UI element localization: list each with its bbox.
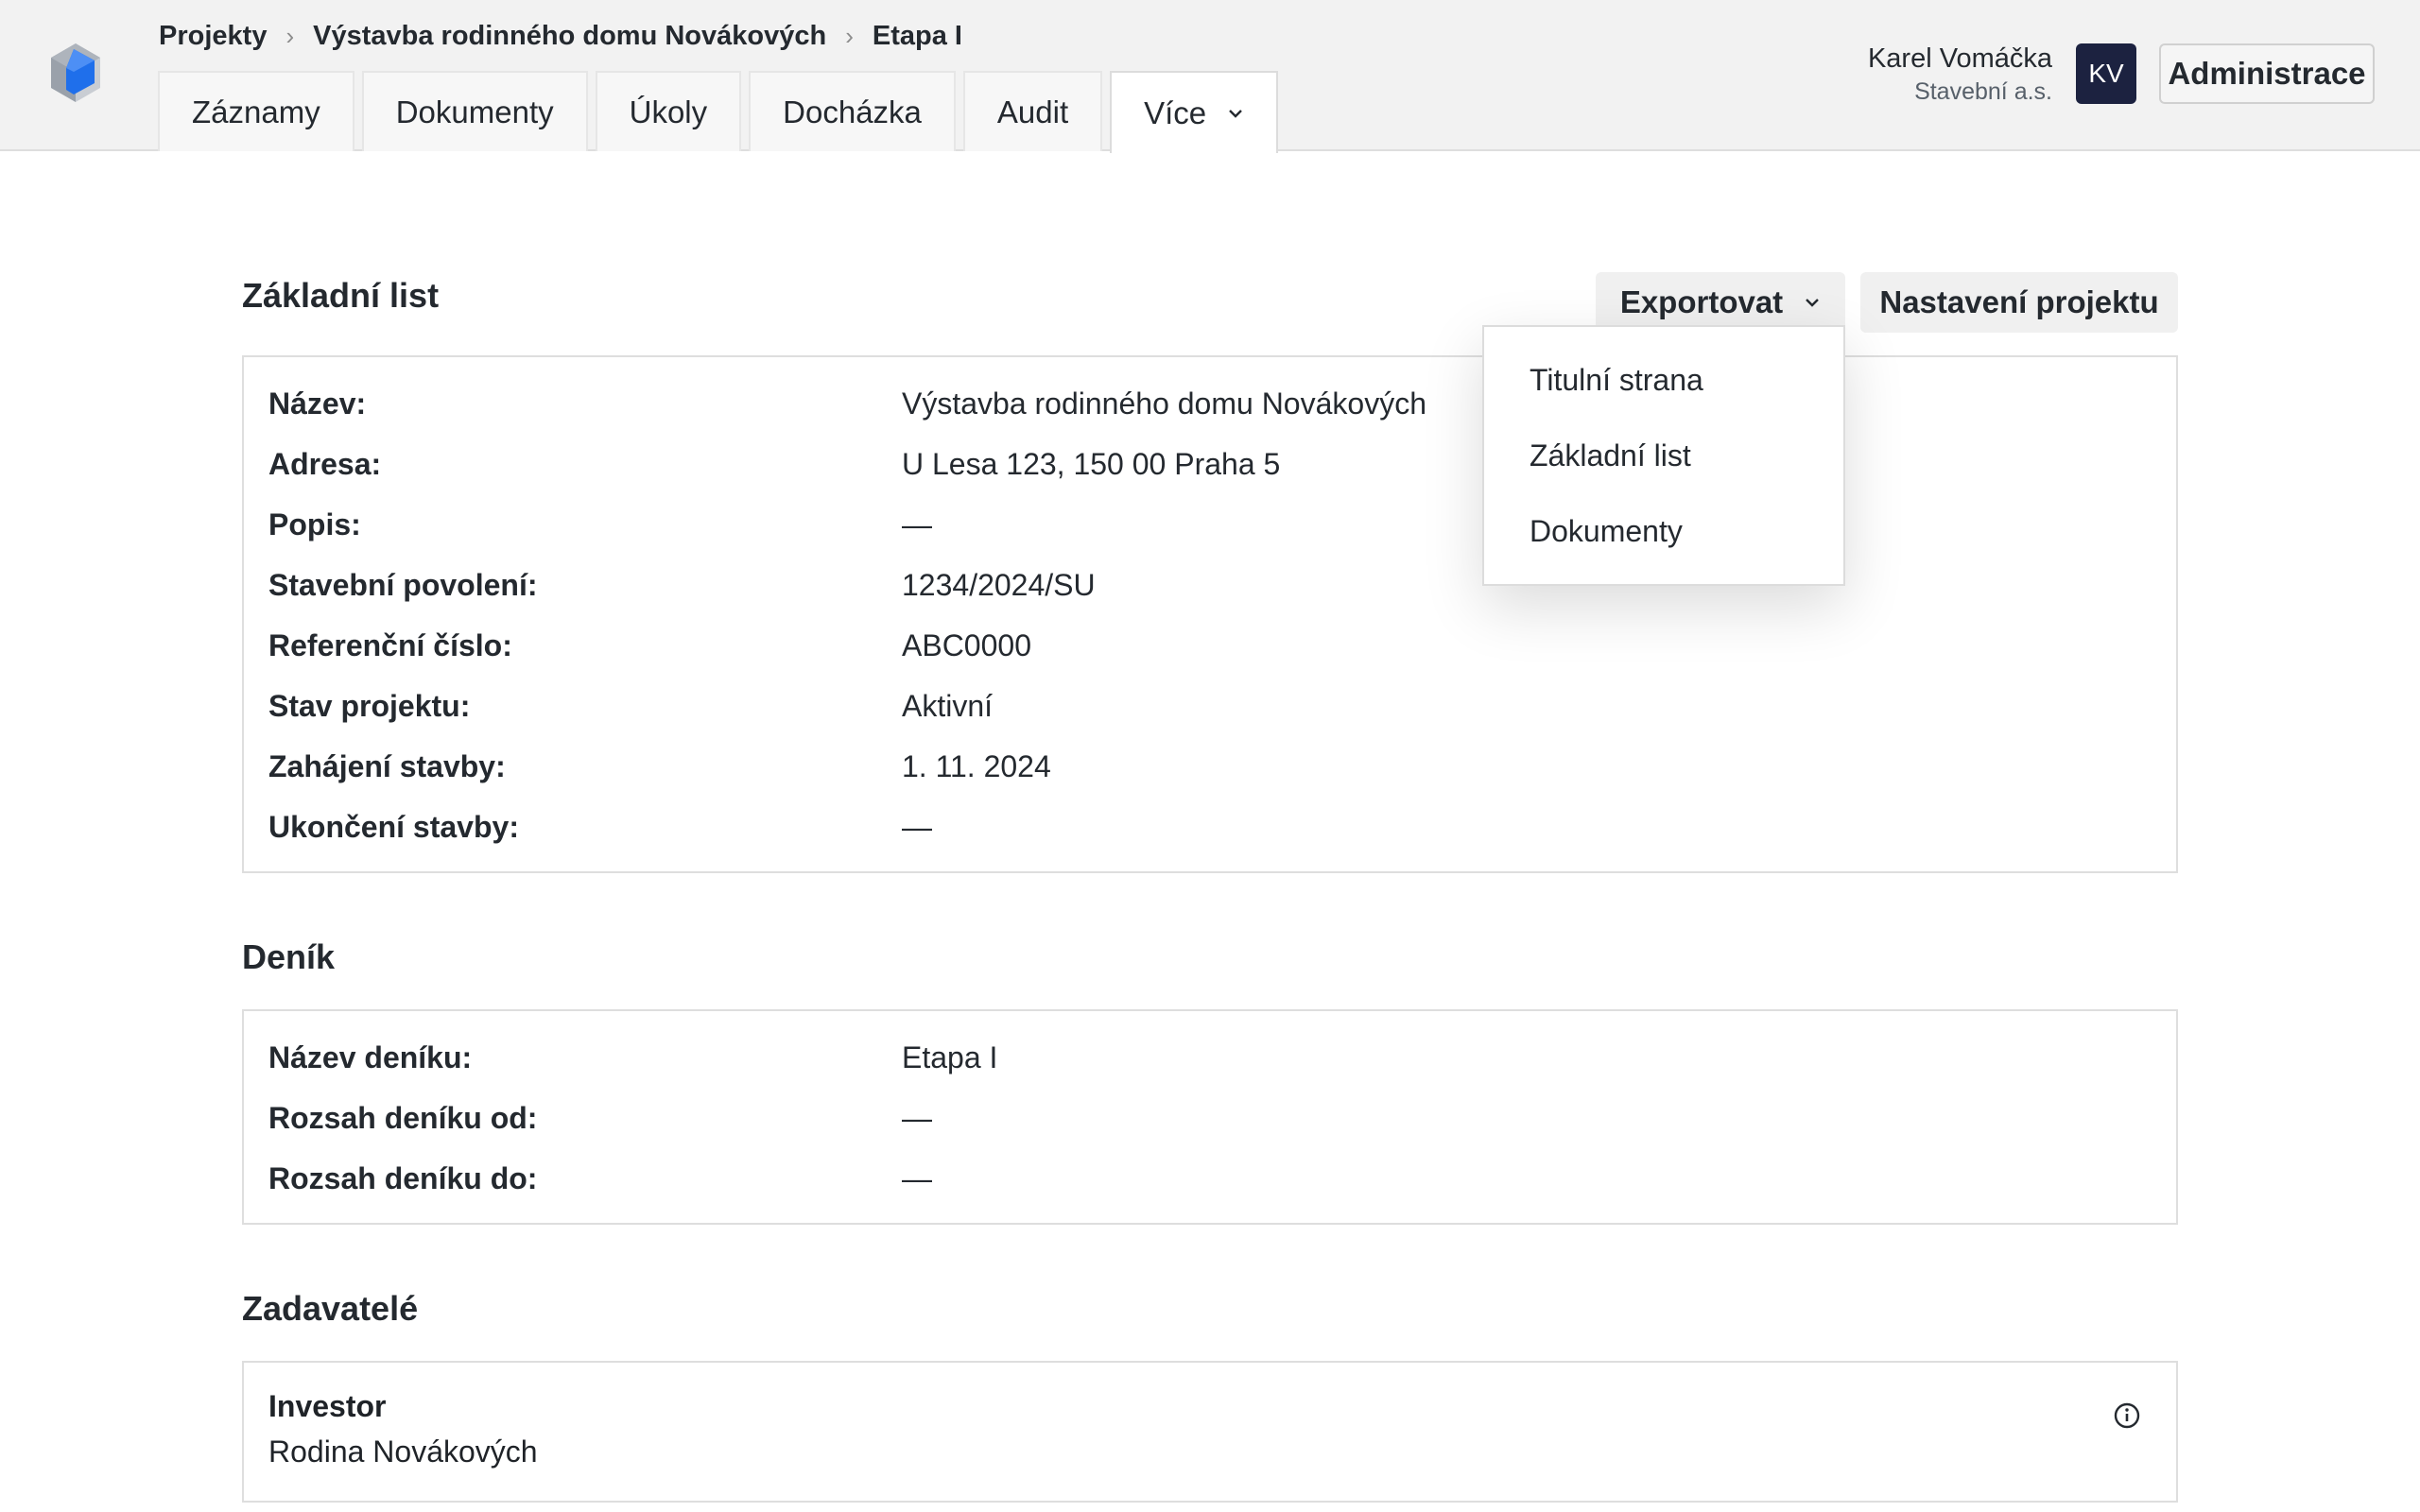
field-label: Popis:: [268, 507, 361, 541]
client-name: Rodina Novákových: [268, 1435, 538, 1469]
field-label: Rozsah deníku od:: [268, 1100, 538, 1135]
field-value: —: [902, 1100, 932, 1135]
project-settings-button[interactable]: Nastavení projektu: [1860, 272, 2178, 333]
breadcrumb: Projekty › Výstavba rodinného domu Novák…: [159, 17, 962, 55]
breadcrumb-project[interactable]: Výstavba rodinného domu Novákových: [313, 21, 826, 52]
field-label: Název:: [268, 386, 367, 421]
field-value: Etapa I: [902, 1040, 998, 1074]
menu-item-title-page[interactable]: Titulní strana: [1484, 342, 1843, 418]
tab-label: Docházka: [783, 94, 922, 129]
field-label: Stavební povolení:: [268, 567, 538, 602]
chevron-right-icon: ›: [285, 21, 295, 50]
tab-dochazka[interactable]: Docházka: [749, 71, 956, 151]
tab-label: Dokumenty: [395, 94, 554, 129]
app-logo-icon[interactable]: [45, 42, 106, 106]
field-label: Referenční číslo:: [268, 627, 512, 662]
field-value: 1. 11. 2024: [902, 748, 1051, 783]
breadcrumb-diary[interactable]: Etapa I: [873, 21, 962, 52]
breadcrumb-projects[interactable]: Projekty: [159, 21, 267, 52]
field-label: Rozsah deníku do:: [268, 1160, 538, 1195]
field-value: Výstavba rodinného domu Novákových: [902, 386, 1426, 421]
tab-label: Audit: [996, 94, 1069, 129]
chevron-down-icon: [1806, 299, 1820, 307]
user-company: Stavební a.s.: [1914, 78, 2052, 105]
main-tabs: Záznamy Dokumenty Úkoly Docházka Audit V…: [158, 71, 1286, 153]
chevron-down-icon: [1229, 109, 1243, 118]
field-label: Ukončení stavby:: [268, 809, 519, 844]
field-label: Název deníku:: [268, 1040, 473, 1074]
field-value: Aktivní: [902, 688, 994, 723]
field-value: —: [902, 507, 932, 541]
tab-label: Záznamy: [192, 94, 320, 129]
tab-label: Úkoly: [629, 94, 708, 129]
field-value: —: [902, 1160, 932, 1195]
administration-button[interactable]: Administrace: [2159, 43, 2375, 104]
export-dropdown-menu: Titulní strana Základní list Dokumenty: [1482, 325, 1845, 586]
export-button[interactable]: Exportovat: [1596, 272, 1845, 333]
export-label: Exportovat: [1619, 284, 1784, 319]
clients-title: Zadavatelé: [242, 1289, 419, 1328]
field-value: U Lesa 123, 150 00 Praha 5: [902, 446, 1281, 481]
field-value: 1234/2024/SU: [902, 567, 1096, 602]
client-role: Investor: [268, 1389, 387, 1423]
diary-card: Název deníku: Etapa I Rozsah deníku od: …: [242, 1009, 2178, 1225]
tab-dokumenty[interactable]: Dokumenty: [361, 71, 588, 151]
field-value: —: [902, 809, 932, 844]
avatar[interactable]: KV: [2076, 43, 2136, 104]
tab-vice[interactable]: Více: [1110, 71, 1279, 153]
menu-item-basic-sheet[interactable]: Základní list: [1484, 418, 1843, 493]
chevron-right-icon: ›: [845, 21, 854, 50]
tab-audit[interactable]: Audit: [962, 71, 1103, 151]
client-card: Investor Rodina Novákových: [242, 1361, 2178, 1503]
field-label: Zahájení stavby:: [268, 748, 506, 783]
tab-zaznamy[interactable]: Záznamy: [158, 71, 354, 151]
diary-title: Deník: [242, 937, 336, 976]
top-header: Projekty › Výstavba rodinného domu Novák…: [0, 0, 2420, 153]
field-label: Adresa:: [268, 446, 382, 481]
info-icon[interactable]: [2112, 1400, 2142, 1431]
tab-label: Více: [1144, 94, 1207, 130]
basic-sheet-title: Základní list: [242, 276, 440, 315]
menu-item-documents[interactable]: Dokumenty: [1484, 493, 1843, 569]
user-name: Karel Vomáčka: [1867, 43, 2052, 74]
user-info[interactable]: Karel Vomáčka Stavební a.s.: [1868, 40, 2052, 106]
field-label: Stav projektu:: [268, 688, 471, 723]
tab-ukoly[interactable]: Úkoly: [595, 71, 742, 151]
field-value: ABC0000: [902, 627, 1031, 662]
basic-sheet-card: Název: Výstavba rodinného domu Novákovýc…: [242, 355, 2178, 873]
